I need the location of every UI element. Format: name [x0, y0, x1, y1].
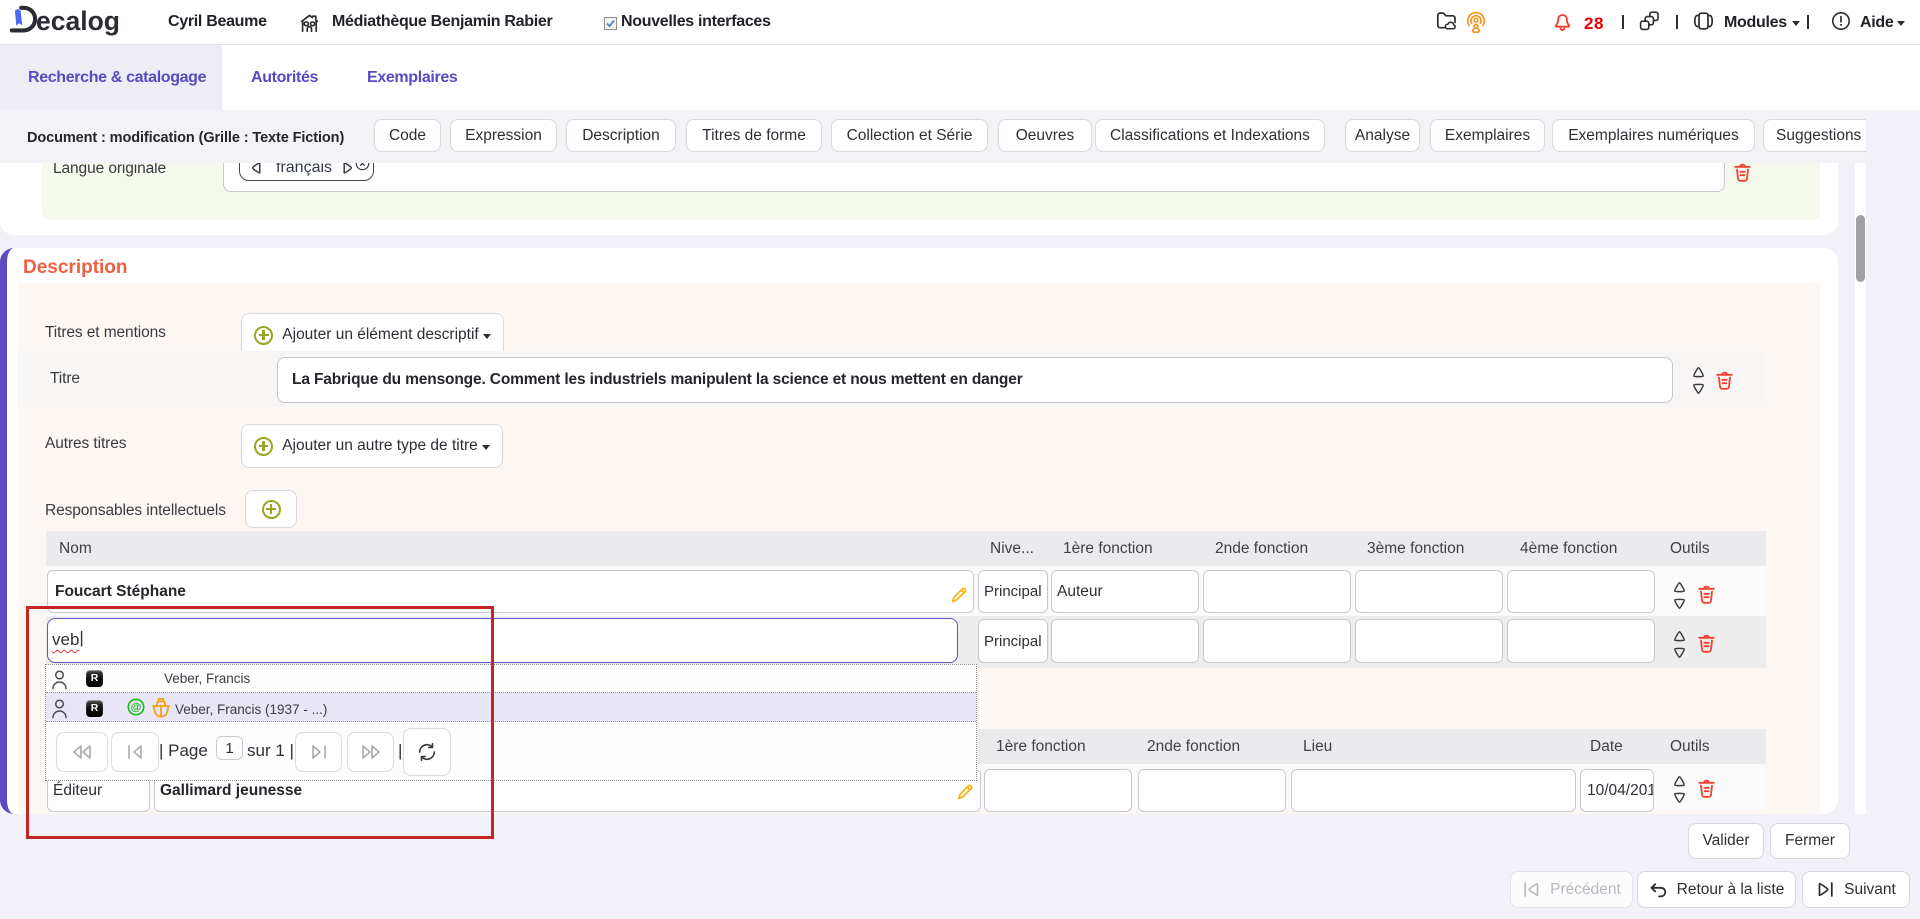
svg-text:ecalog: ecalog: [36, 6, 120, 36]
